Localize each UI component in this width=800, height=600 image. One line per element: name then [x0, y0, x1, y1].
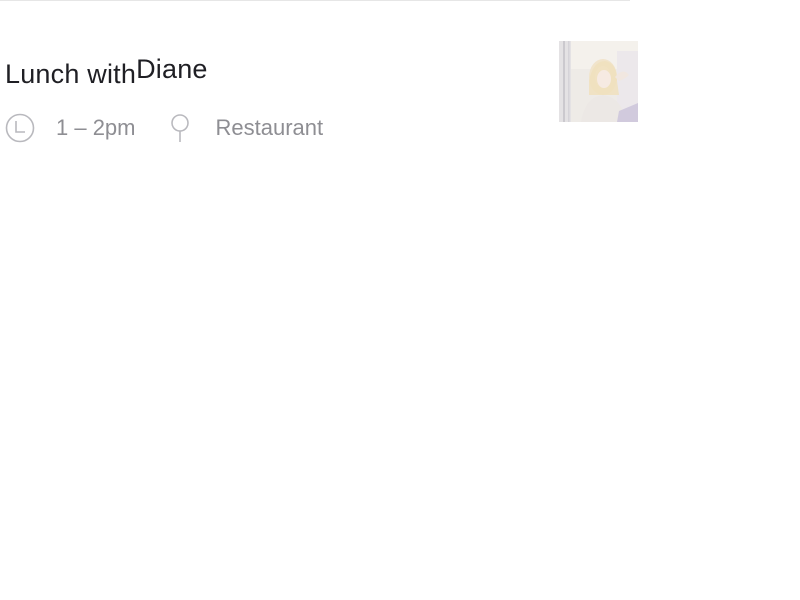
map-pin-icon: [170, 113, 192, 143]
clock-icon: [5, 113, 35, 143]
top-divider: [0, 0, 630, 1]
event-time: 1 – 2pm: [56, 115, 136, 140]
event-meta-row: 1 – 2pm Restaurant: [5, 112, 323, 144]
event-detail-view: Lunch withDiane 1 – 2pm Restaurant: [0, 0, 800, 600]
event-location: Restaurant: [215, 115, 324, 140]
avatar: [559, 41, 638, 122]
event-title: Lunch withDiane: [5, 54, 208, 88]
event-card[interactable]: Lunch withDiane 1 – 2pm Restaurant: [0, 38, 640, 148]
event-title-name: Diane: [136, 54, 208, 84]
event-title-prefix: Lunch with: [5, 59, 137, 89]
